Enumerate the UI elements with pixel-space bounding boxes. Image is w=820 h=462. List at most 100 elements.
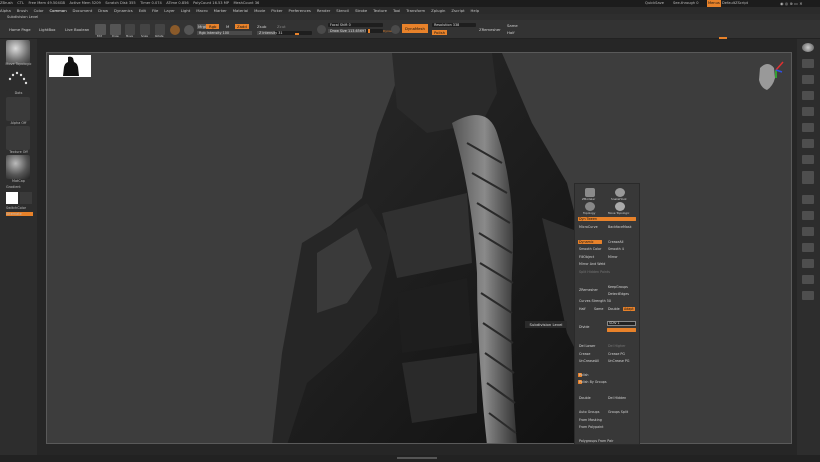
crease-pg-button[interactable]: Crease PG xyxy=(608,352,625,356)
double-row-button[interactable]: Double xyxy=(579,396,591,400)
alternate-button[interactable]: Alternate xyxy=(6,212,33,216)
menu-tool[interactable]: Tool xyxy=(393,7,400,14)
sym-icon[interactable] xyxy=(317,25,326,34)
sdiv-bar[interactable] xyxy=(607,328,636,332)
menu-color[interactable]: Color xyxy=(34,7,44,14)
alpha-icon[interactable] xyxy=(6,97,30,121)
quicksave-button[interactable]: QuickSave xyxy=(645,0,664,7)
brush-icon[interactable] xyxy=(6,40,30,64)
transp-icon[interactable] xyxy=(802,195,814,204)
uncreaseall-button[interactable]: UnCreaseAll xyxy=(579,359,599,363)
polish-button[interactable]: Polish xyxy=(432,30,447,35)
divide-button[interactable]: Divide xyxy=(579,325,589,329)
zmodeler-brush-icon[interactable] xyxy=(585,188,595,197)
solo-icon[interactable] xyxy=(802,227,814,236)
half-button[interactable]: Half xyxy=(507,30,515,35)
frame-icon[interactable] xyxy=(802,123,814,132)
adapt-button[interactable]: Adapt xyxy=(624,307,634,311)
menu-document[interactable]: Document xyxy=(73,7,93,14)
menu-zscript[interactable]: Zscript xyxy=(451,7,464,14)
uncrease-pg-button[interactable]: UnCrease PG xyxy=(608,359,629,363)
zremesher-button[interactable]: ZRemesher xyxy=(579,288,598,292)
crease-button[interactable]: Crease xyxy=(579,352,590,356)
menu-marker[interactable]: Marker xyxy=(214,7,227,14)
polish-slider[interactable]: Polish xyxy=(579,373,589,377)
curves-strength-slider[interactable]: Curves Strength 50 xyxy=(579,299,611,303)
zsub-button[interactable]: Zsub xyxy=(257,24,266,29)
switch-color-button[interactable]: SwitchColor xyxy=(6,206,39,210)
edit-button[interactable] xyxy=(95,24,106,35)
bpr-icon[interactable] xyxy=(802,43,814,52)
main-color-swatch[interactable] xyxy=(6,192,18,204)
menu-draw[interactable]: Draw xyxy=(98,7,108,14)
mirror-button[interactable]: Mirror xyxy=(608,255,618,259)
menu-alpha[interactable]: Alpha xyxy=(0,7,11,14)
polyf-toggle[interactable] xyxy=(802,179,814,184)
default-zscript-button[interactable]: DefaultZScript xyxy=(722,0,748,7)
del-hidden-button[interactable]: Del Hidden xyxy=(608,396,626,400)
z-intensity-slider[interactable]: Z Intensity 31 xyxy=(257,31,312,35)
menu-transform[interactable]: Transform xyxy=(406,7,425,14)
window-controls[interactable]: ◉ ◎ ⊕ ▭ ✕ xyxy=(780,0,803,7)
spix-icon[interactable] xyxy=(802,59,814,68)
stroke-icon[interactable] xyxy=(6,67,30,91)
rgb-button[interactable]: Rgb xyxy=(206,24,220,29)
material-sphere-icon[interactable] xyxy=(184,25,194,35)
home-page-button[interactable]: Home Page xyxy=(9,27,31,32)
zoom-view-icon[interactable] xyxy=(802,155,814,164)
material-icon[interactable] xyxy=(6,155,30,179)
lightbox-button[interactable]: LightBox xyxy=(39,27,56,32)
xpose-icon[interactable] xyxy=(802,243,814,252)
menu-file[interactable]: File xyxy=(152,7,158,14)
dynamic-button[interactable]: Dynamic xyxy=(579,240,594,244)
menu-dynamics[interactable]: Dynamics xyxy=(114,7,133,14)
double-button[interactable]: Double xyxy=(608,307,620,311)
from-masking-button[interactable]: From Masking xyxy=(579,418,602,422)
rgb-intensity-slider[interactable]: Rgb Intensity 100 xyxy=(197,31,252,35)
texture-icon[interactable] xyxy=(6,126,30,150)
dynamic-persp-icon[interactable] xyxy=(802,75,814,84)
resolution-slider[interactable]: Resolution 338 xyxy=(432,23,476,27)
move-topologic-brush-icon[interactable] xyxy=(615,202,625,211)
menu-movie[interactable]: Movie xyxy=(254,7,265,14)
m-button[interactable]: M xyxy=(226,24,229,29)
ghost-icon[interactable] xyxy=(802,211,814,220)
creaseall-button[interactable]: CreaseAll xyxy=(608,240,623,244)
orientation-gizmo-icon[interactable] xyxy=(752,58,784,98)
menu-common[interactable]: Common xyxy=(50,7,67,14)
draw-size-slider[interactable]: Draw Size 113.65697 xyxy=(328,29,383,33)
see-through-slider[interactable]: See-through 0 xyxy=(673,0,699,7)
smooth-slider[interactable]: Smooth 4 xyxy=(608,247,624,251)
same-button[interactable]: Same xyxy=(594,307,603,311)
zadd-button[interactable]: Zadd xyxy=(235,24,249,29)
menu-stroke[interactable]: Stroke xyxy=(355,7,367,14)
auto-groups-button[interactable]: Auto Groups xyxy=(579,410,599,414)
groups-split-button[interactable]: Groups Split xyxy=(608,410,628,414)
focal-shift-slider[interactable]: Focal Shift 0 xyxy=(328,23,383,27)
detectedges-button[interactable]: DetectEdges xyxy=(608,292,629,296)
topology-brush-icon[interactable] xyxy=(585,202,595,211)
menu-picker[interactable]: Picker xyxy=(271,7,282,14)
split-hidden-button[interactable]: Split Hidden Points xyxy=(579,270,610,274)
menu-layer[interactable]: Layer xyxy=(164,7,175,14)
mirror-and-weld-button[interactable]: Mirror And Weld xyxy=(579,262,605,266)
rotate-icon[interactable] xyxy=(155,24,165,35)
sculpted-figure[interactable] xyxy=(47,53,792,444)
menu-light[interactable]: Light xyxy=(181,7,190,14)
menu-stencil[interactable]: Stencil xyxy=(336,7,349,14)
dynamesh-button[interactable]: DynaMesh xyxy=(402,24,428,33)
local-icon[interactable] xyxy=(802,107,814,116)
floor-icon[interactable] xyxy=(802,91,814,100)
menu-macro[interactable]: Macro xyxy=(196,7,208,14)
menu-texture[interactable]: Texture xyxy=(373,7,387,14)
viewport-canvas[interactable] xyxy=(46,52,792,444)
menus-button[interactable]: Menus xyxy=(707,0,721,7)
del-lower-button[interactable]: Del Lower xyxy=(579,344,595,348)
draw-button[interactable] xyxy=(110,24,121,35)
zremesher-button[interactable]: ZRemesher xyxy=(479,27,501,32)
from-polypaint-button[interactable]: From Polypaint xyxy=(579,425,603,429)
secondary-color-swatch[interactable] xyxy=(20,192,32,204)
color-swatch-icon[interactable] xyxy=(170,25,180,35)
backfacemask-button[interactable]: BackfaceMask xyxy=(608,225,632,229)
menu-edit[interactable]: Edit xyxy=(139,7,146,14)
